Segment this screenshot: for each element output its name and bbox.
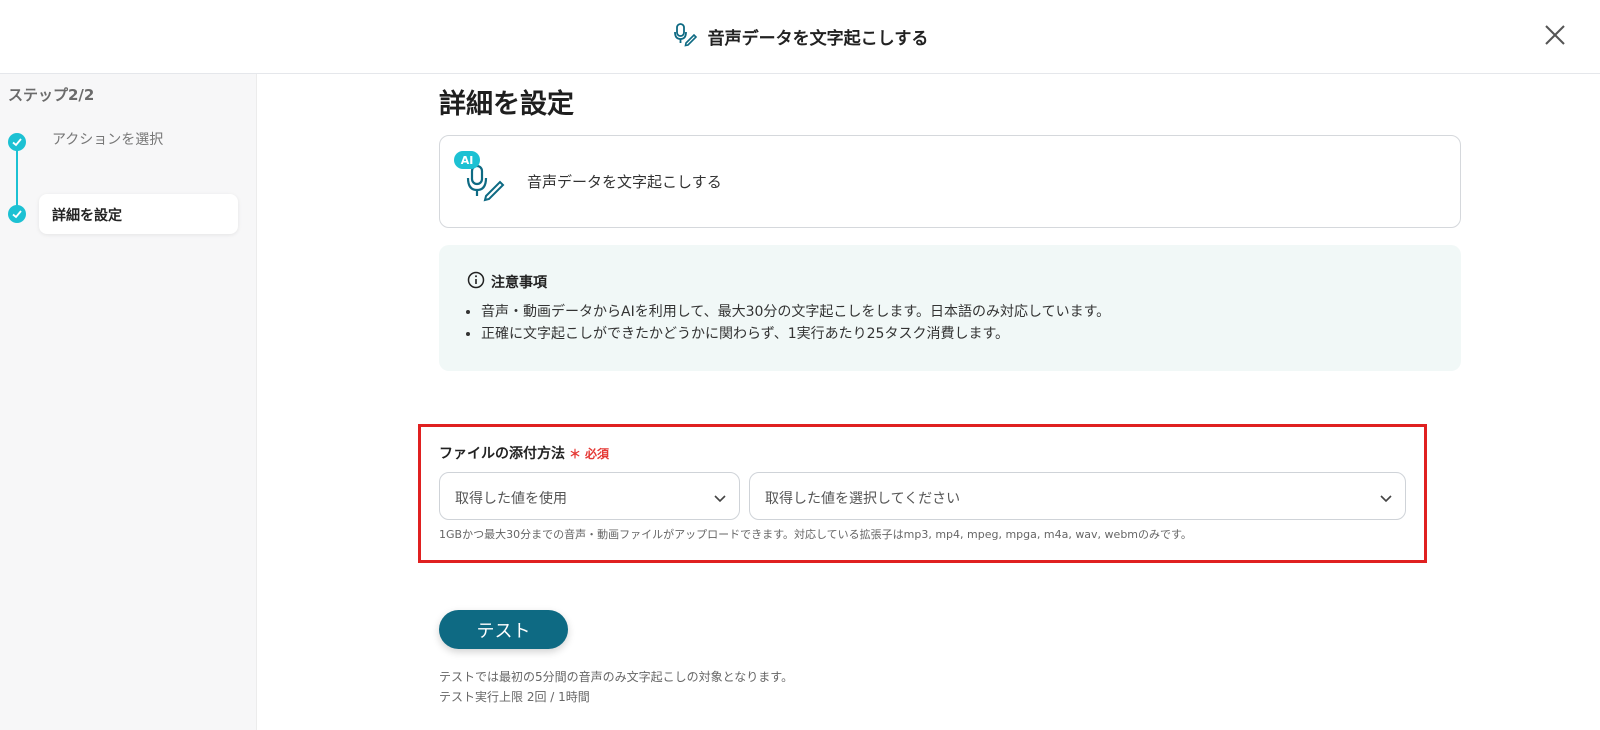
- mic-pen-icon: [672, 21, 698, 52]
- action-name: 音声データを文字起こしする: [527, 173, 722, 191]
- ai-badge: AI: [454, 151, 480, 169]
- modal-title-text: 音声データを文字起こしする: [707, 28, 929, 49]
- field-label-text: ファイルの添付方法: [439, 446, 565, 462]
- test-limit-note: テスト実行上限 2回 / 1時間: [439, 690, 590, 704]
- chevron-down-icon: [713, 490, 727, 509]
- notice-list: 音声・動画データからAIを利用して、最大30分の文字起こしをします。日本語のみ対…: [481, 301, 1110, 345]
- step-counter: ステップ2/2: [8, 86, 95, 104]
- step-configure-details[interactable]: 詳細を設定: [39, 194, 238, 234]
- select-value: 取得した値を使用: [455, 491, 567, 507]
- chevron-down-icon: [1379, 490, 1393, 509]
- required-mark: ＊: [569, 447, 582, 461]
- value-select[interactable]: 取得した値を選択してください: [749, 472, 1406, 520]
- step-sidebar: ステップ2/2 アクションを選択 詳細を設定: [0, 74, 257, 730]
- step-connector: [16, 142, 18, 214]
- step-select-action[interactable]: アクションを選択: [52, 129, 163, 149]
- modal-title: 音声データを文字起こしする: [0, 0, 1600, 72]
- field-label: ファイルの添付方法 ＊ 必須: [439, 443, 609, 463]
- test-button[interactable]: テスト: [439, 610, 568, 649]
- notice-title: 注意事項: [491, 275, 547, 291]
- top-bar: 音声データを文字起こしする: [0, 0, 1600, 74]
- check-icon: [8, 205, 26, 223]
- page-title: 詳細を設定: [439, 89, 574, 120]
- field-help-text: 1GBかつ最大30分までの音声・動画ファイルがアップロードできます。対応している…: [439, 528, 1192, 541]
- notice-box: 注意事項 音声・動画データからAIを利用して、最大30分の文字起こしをします。日…: [439, 245, 1461, 371]
- action-card: AI 音声データを文字起こしする: [439, 135, 1461, 228]
- info-icon: [467, 271, 485, 293]
- notice-item: 正確に文字起こしができたかどうかに関わらず、1実行あたり25タスク消費します。: [481, 323, 1110, 345]
- check-icon: [8, 133, 26, 151]
- close-icon[interactable]: [1540, 20, 1570, 50]
- step-configure-label: 詳細を設定: [52, 208, 122, 224]
- required-badge: 必須: [585, 447, 610, 461]
- test-note: テストでは最初の5分間の音声のみ文字起こしの対象となります。: [439, 670, 794, 684]
- value-source-select[interactable]: 取得した値を使用: [439, 472, 740, 520]
- notice-header: 注意事項: [467, 271, 547, 293]
- notice-item: 音声・動画データからAIを利用して、最大30分の文字起こしをします。日本語のみ対…: [481, 301, 1110, 323]
- select-placeholder: 取得した値を選択してください: [765, 491, 961, 507]
